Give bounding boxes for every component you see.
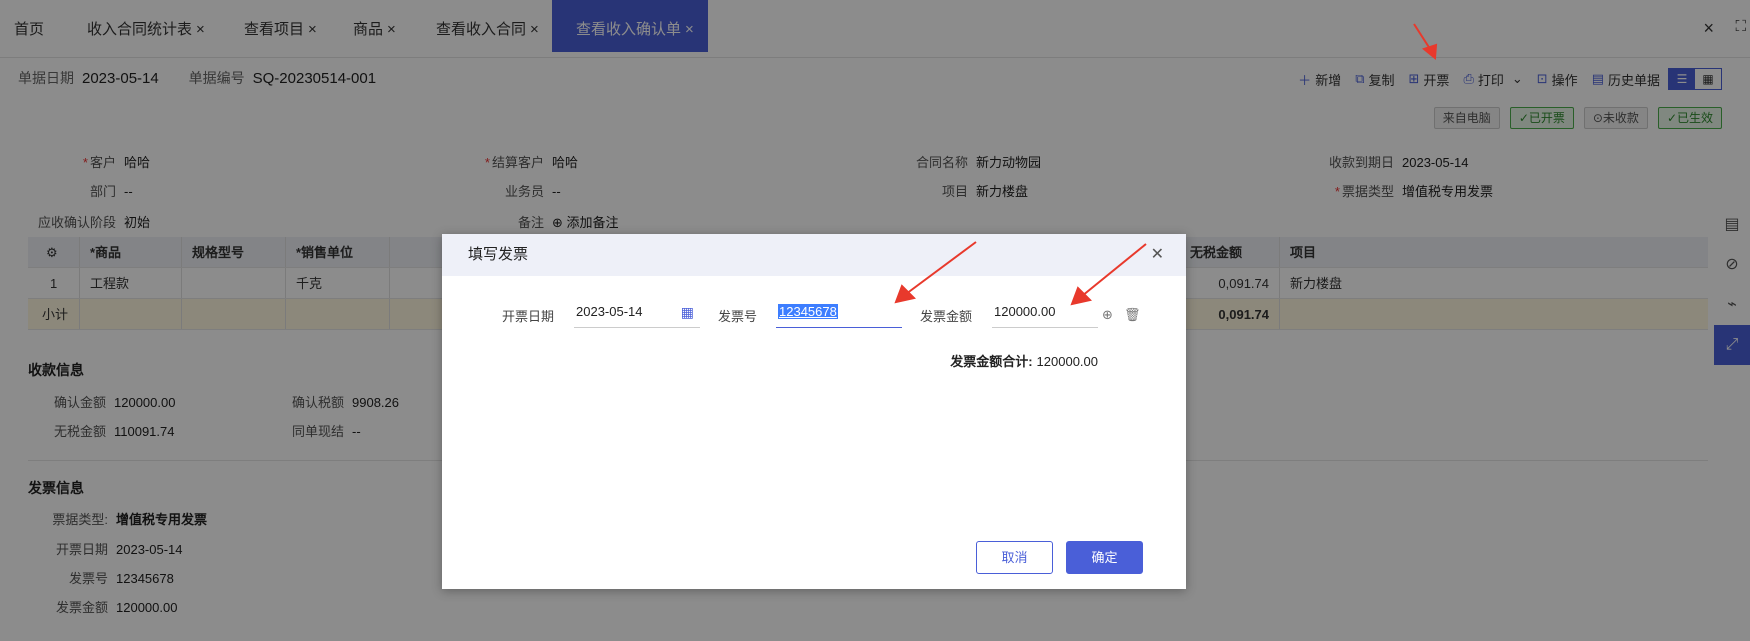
arrowhead [894,284,916,304]
arrow-to-invoice-amount [1081,243,1147,297]
annotation-arrows [894,23,1438,306]
arrowhead [1070,286,1092,306]
arrow-to-invoice-no [905,241,977,295]
arrowhead [1421,43,1438,60]
